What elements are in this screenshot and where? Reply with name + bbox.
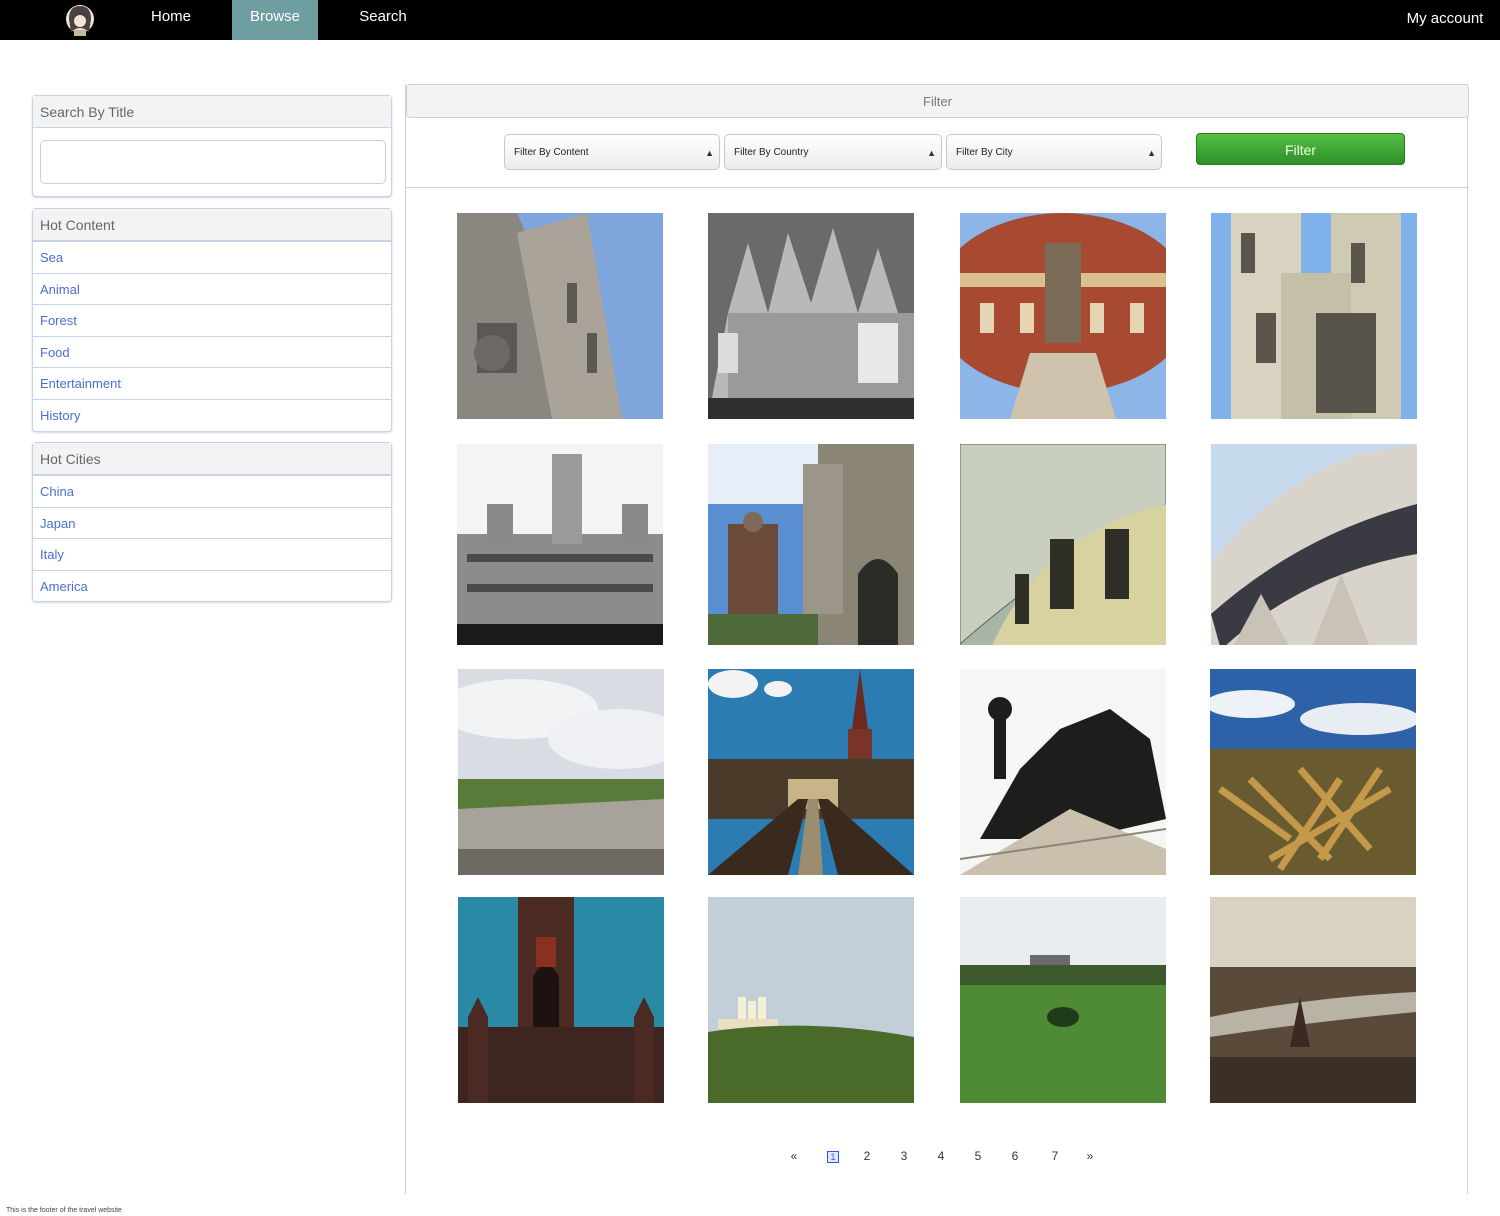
hot-cities-heading: Hot Cities — [33, 443, 391, 475]
filter-button[interactable]: Filter — [1196, 133, 1405, 165]
hot-content-item-sea[interactable]: Sea — [33, 241, 391, 273]
photo-castle-gate[interactable] — [708, 444, 914, 645]
photo-westminster-abbey[interactable] — [1211, 213, 1417, 419]
hot-city-item-china[interactable]: China — [33, 475, 391, 507]
photo-milan-duomo[interactable] — [708, 213, 914, 419]
pagination-next[interactable]: » — [1077, 1145, 1103, 1167]
search-by-title-heading: Search By Title — [33, 96, 391, 128]
pagination-page-7[interactable]: 7 — [1042, 1145, 1068, 1167]
pagination-page-6[interactable]: 6 — [1002, 1145, 1028, 1167]
hot-cities-panel: Hot Cities China Japan Italy America — [32, 442, 392, 602]
pagination-page-1-label: 1 — [827, 1151, 839, 1163]
nav-search[interactable]: Search — [342, 0, 424, 40]
nav-browse[interactable]: Browse — [232, 0, 318, 40]
filter-by-country-label: Filter By Country — [734, 147, 809, 158]
nav-home[interactable]: Home — [130, 0, 212, 40]
filter-bar: Filter By Content ▲ Filter By Country ▲ … — [406, 118, 1469, 188]
site-logo[interactable] — [60, 2, 100, 38]
pagination-prev[interactable]: « — [781, 1145, 807, 1167]
pagination-page-3[interactable]: 3 — [891, 1145, 917, 1167]
hot-content-item-animal[interactable]: Animal — [33, 272, 391, 305]
photo-green-hill-buildings[interactable] — [708, 897, 914, 1103]
hot-city-item-america[interactable]: America — [33, 569, 391, 602]
pagination-page-1[interactable]: 1 — [820, 1145, 846, 1167]
title-search-input[interactable] — [40, 140, 386, 184]
photo-green-field-tree[interactable] — [960, 897, 1166, 1103]
photo-royal-albert-hall[interactable] — [960, 213, 1166, 419]
pagination-page-2[interactable]: 2 — [854, 1145, 880, 1167]
footer-text: This is the footer of the travel website — [6, 1207, 122, 1214]
photo-river-city-view[interactable] — [1210, 897, 1416, 1103]
photo-santiago-bernabeu[interactable] — [1211, 444, 1417, 645]
pagination-page-5[interactable]: 5 — [965, 1145, 991, 1167]
filter-heading: Filter — [406, 84, 1469, 118]
hot-content-heading: Hot Content — [33, 209, 391, 241]
filter-by-content-label: Filter By Content — [514, 147, 589, 158]
hot-content-item-entertainment[interactable]: Entertainment — [33, 367, 391, 399]
photo-madrid-palace[interactable] — [457, 444, 663, 645]
pagination-page-4[interactable]: 4 — [928, 1145, 954, 1167]
filter-by-city-label: Filter By City — [956, 147, 1013, 158]
photo-garden-church[interactable] — [708, 669, 914, 875]
search-by-title-panel: Search By Title — [32, 95, 392, 197]
photo-british-museum[interactable] — [960, 444, 1166, 645]
hot-content-item-forest[interactable]: Forest — [33, 304, 391, 336]
filter-by-country-select[interactable]: Filter By Country ▲ — [724, 134, 942, 170]
photo-coastal-rocks[interactable] — [458, 669, 664, 875]
select-arrows-icon: ▲ — [1147, 148, 1156, 158]
photo-horse-statue[interactable] — [960, 669, 1166, 875]
photo-keys-sculpture[interactable] — [1210, 669, 1416, 875]
select-arrows-icon: ▲ — [705, 148, 714, 158]
select-arrows-icon: ▲ — [927, 148, 936, 158]
top-nav: Home Browse Search My account — [0, 0, 1500, 40]
photo-gothic-church[interactable] — [458, 897, 664, 1103]
filter-by-city-select[interactable]: Filter By City ▲ — [946, 134, 1162, 170]
hot-content-panel: Hot Content Sea Animal Forest Food Enter… — [32, 208, 392, 432]
hot-city-item-japan[interactable]: Japan — [33, 506, 391, 539]
nav-my-account[interactable]: My account — [1390, 0, 1500, 40]
hot-content-item-food[interactable]: Food — [33, 335, 391, 368]
photo-cathedral-tower[interactable] — [457, 213, 663, 419]
hot-content-item-history[interactable]: History — [33, 398, 391, 431]
hot-city-item-italy[interactable]: Italy — [33, 538, 391, 570]
filter-by-content-select[interactable]: Filter By Content ▲ — [504, 134, 720, 170]
